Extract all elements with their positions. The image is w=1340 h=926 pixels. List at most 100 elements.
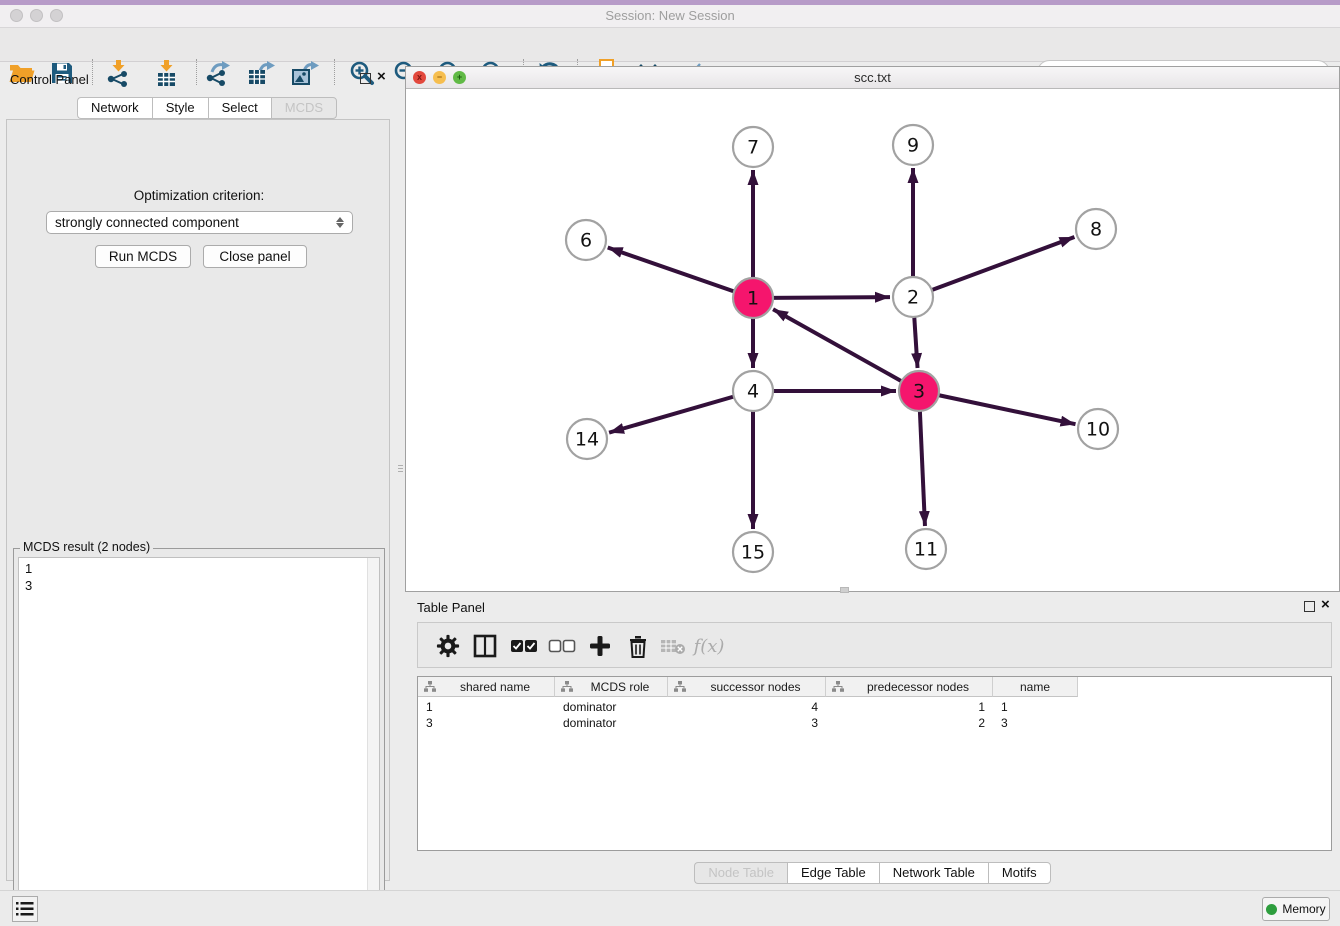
close-panel-icon[interactable]: ×: [377, 69, 386, 85]
delete-table-button-disabled: [658, 631, 688, 661]
memory-button[interactable]: Memory: [1262, 897, 1330, 921]
vertical-splitter-handle[interactable]: [398, 455, 403, 481]
column-header-successor-nodes[interactable]: successor nodes: [668, 677, 826, 697]
network-window-titlebar[interactable]: x − + scc.txt: [406, 67, 1339, 89]
node-table[interactable]: shared name MCDS role successor nodesprede…: [417, 676, 1332, 851]
table-tabbar: Node Table Edge Table Network Table Moti…: [405, 862, 1340, 884]
show-columns-button[interactable]: [470, 631, 500, 661]
close-table-panel-icon[interactable]: ×: [1321, 597, 1330, 613]
table-panel: Table Panel ×: [405, 595, 1340, 890]
graph-node-label: 8: [1090, 219, 1102, 241]
table-cell[interactable]: 3: [993, 715, 1078, 731]
graph-node-label: 10: [1086, 419, 1110, 441]
graph-edge-1-2[interactable]: [771, 297, 890, 298]
dropdown-chevrons-icon: [336, 217, 344, 228]
zoom-window-button[interactable]: [50, 9, 63, 22]
graph-edge-2-3[interactable]: [914, 315, 917, 368]
tab-mcds[interactable]: MCDS: [271, 97, 337, 119]
tab-network[interactable]: Network: [77, 97, 152, 119]
control-panel: Control Panel × Network Style Select MCD…: [0, 66, 396, 884]
graph-node-11[interactable]: 11: [906, 529, 946, 569]
table-cell[interactable]: 3: [418, 715, 555, 731]
mcds-result-list[interactable]: 13: [18, 557, 380, 925]
delete-table-icon: [660, 637, 686, 655]
deselect-all-button[interactable]: [547, 631, 577, 661]
memory-status-icon: [1266, 904, 1277, 915]
column-header-label: MCDS role: [573, 680, 667, 694]
column-header-label: successor nodes: [686, 680, 825, 694]
table-cell[interactable]: 1: [826, 699, 993, 715]
graph-node-1[interactable]: 1: [733, 278, 773, 318]
graph-node-9[interactable]: 9: [893, 125, 933, 165]
horizontal-splitter-handle[interactable]: [840, 587, 849, 593]
table-cell[interactable]: dominator: [555, 715, 668, 731]
tab-motifs[interactable]: Motifs: [988, 862, 1051, 884]
network-canvas[interactable]: 1 2 3 4 6 7 8 9 10 11 14 15: [406, 89, 1339, 591]
network-window-title: scc.txt: [406, 67, 1339, 88]
graph-edge-4-14[interactable]: [609, 396, 736, 433]
delete-column-button[interactable]: [623, 631, 653, 661]
add-column-button[interactable]: [585, 631, 615, 661]
graph-node-7[interactable]: 7: [733, 127, 773, 167]
table-cell[interactable]: dominator: [555, 699, 668, 715]
graph-node-label: 1: [747, 288, 759, 310]
graph-node-4[interactable]: 4: [733, 371, 773, 411]
table-row[interactable]: 1dominator411: [418, 699, 1078, 715]
graph-edge-3-10[interactable]: [937, 395, 1076, 424]
close-window-button[interactable]: [10, 9, 23, 22]
tab-style[interactable]: Style: [152, 97, 208, 119]
tab-edge-table[interactable]: Edge Table: [787, 862, 879, 884]
graph-node-14[interactable]: 14: [567, 419, 607, 459]
graph-node-6[interactable]: 6: [566, 220, 606, 260]
column-header-name[interactable]: name: [993, 677, 1078, 697]
network-minimize-button[interactable]: −: [433, 71, 446, 84]
network-maximize-button[interactable]: +: [453, 71, 466, 84]
table-cell[interactable]: 1: [418, 699, 555, 715]
scrollbar[interactable]: [367, 558, 379, 924]
graph-node-label: 2: [907, 287, 919, 309]
run-mcds-button[interactable]: Run MCDS: [95, 245, 191, 268]
table-row[interactable]: 3dominator323: [418, 715, 1078, 731]
table-cell[interactable]: 2: [826, 715, 993, 731]
column-header-MCDS-role[interactable]: MCDS role: [555, 677, 668, 697]
close-panel-button[interactable]: Close panel: [203, 245, 307, 268]
task-history-button[interactable]: [12, 896, 38, 922]
column-header-shared-name[interactable]: shared name: [418, 677, 555, 697]
column-tree-icon: [832, 681, 844, 692]
graph-node-10[interactable]: 10: [1078, 409, 1118, 449]
graph-node-3[interactable]: 3: [899, 371, 939, 411]
table-toolbar: f(x): [417, 622, 1332, 668]
graph-node-label: 6: [580, 230, 592, 252]
graph-edge-3-1[interactable]: [773, 309, 903, 382]
graph-node-label: 3: [913, 381, 925, 403]
main-titlebar[interactable]: Session: New Session: [0, 5, 1340, 28]
tab-network-table[interactable]: Network Table: [879, 862, 988, 884]
criterion-dropdown[interactable]: strongly connected component: [46, 211, 353, 234]
float-table-panel-icon[interactable]: [1304, 601, 1315, 612]
graph-node-label: 14: [575, 429, 599, 451]
tab-node-table[interactable]: Node Table: [694, 862, 787, 884]
float-panel-icon[interactable]: [360, 73, 371, 84]
minimize-window-button[interactable]: [30, 9, 43, 22]
select-all-button[interactable]: [509, 631, 539, 661]
mcds-result-lines: 13: [25, 560, 32, 594]
table-cell[interactable]: 1: [993, 699, 1078, 715]
table-cell[interactable]: 3: [668, 715, 826, 731]
graph-edge-2-8[interactable]: [930, 237, 1075, 291]
table-header-row: shared name MCDS role successor nodesprede…: [418, 677, 1078, 697]
graph-node-15[interactable]: 15: [733, 532, 773, 572]
table-cell[interactable]: 4: [668, 699, 826, 715]
network-close-button[interactable]: x: [413, 71, 426, 84]
column-header-label: name: [993, 680, 1077, 694]
table-settings-button[interactable]: [433, 631, 463, 661]
control-panel-title: Control Panel: [10, 72, 89, 87]
column-header-predecessor-nodes[interactable]: predecessor nodes: [826, 677, 993, 697]
graph-edge-1-6[interactable]: [608, 248, 736, 293]
graph-edge-3-11[interactable]: [920, 409, 925, 526]
graph-node-8[interactable]: 8: [1076, 209, 1116, 249]
tab-select[interactable]: Select: [208, 97, 271, 119]
column-tree-icon: [561, 681, 573, 692]
network-view-window: x − + scc.txt 1 2 3 4 6 7 8 9 10 11 14 15: [405, 66, 1340, 592]
graph-node-2[interactable]: 2: [893, 277, 933, 317]
mcds-result-title: MCDS result (2 nodes): [20, 540, 153, 554]
